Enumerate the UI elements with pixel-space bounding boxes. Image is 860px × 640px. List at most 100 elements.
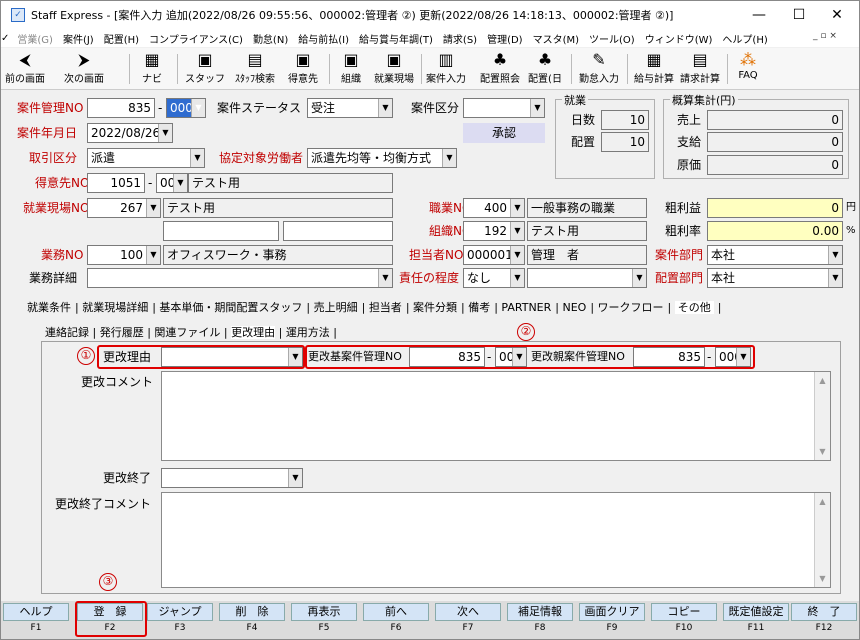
change-end-comment-textarea[interactable]: ▲ ▼ (161, 492, 831, 588)
scroll-down-icon[interactable]: ▼ (815, 574, 830, 583)
menu-window[interactable]: ウィンドウ(W) (645, 31, 713, 46)
chevron-down-icon[interactable]: ▼ (173, 174, 187, 192)
resp-select[interactable]: なし ▼ (463, 268, 525, 288)
menu-admin[interactable]: 管理(D) (487, 31, 523, 46)
chevron-down-icon[interactable]: ▼ (510, 269, 524, 287)
scroll-down-icon[interactable]: ▼ (815, 447, 830, 456)
menu-placement[interactable]: 配置(H) (104, 31, 139, 46)
menu-help[interactable]: ヘルプ(H) (722, 31, 767, 46)
exit-button[interactable]: 終 了 F12 (789, 601, 859, 639)
menu-compliance[interactable]: コンプライアンス(C) (149, 31, 243, 46)
task-detail-select[interactable]: ▼ (87, 268, 393, 288)
tab-work-conditions[interactable]: 就業条件 (27, 301, 71, 314)
tab-workflow[interactable]: ワークフロー (598, 301, 664, 314)
site-no-field[interactable]: 267 ▼ (87, 198, 161, 218)
chevron-down-icon[interactable]: ▼ (146, 199, 160, 217)
placement-day-button[interactable]: ♣ 配置(日 (525, 50, 565, 88)
chevron-down-icon[interactable]: ▼ (828, 246, 842, 264)
menu-payroll[interactable]: 給与賞与年調(T) (359, 31, 433, 46)
attendance-button[interactable]: ✎ 勤怠入力 (575, 50, 623, 88)
agreement-select[interactable]: 派遣先均等・均衡方式 ▼ (307, 148, 457, 168)
person-no-field[interactable]: 000001 ▼ (463, 245, 525, 265)
tab-change-reason[interactable]: 更改理由 (231, 326, 276, 339)
menu-billing[interactable]: 請求(S) (443, 31, 477, 46)
chevron-down-icon[interactable]: ▼ (190, 149, 204, 167)
tab-operation[interactable]: 運用方法 (286, 326, 330, 339)
case-type-select[interactable]: ▼ (463, 98, 545, 118)
menu-master[interactable]: マスタ(M) (533, 31, 579, 46)
chevron-down-icon[interactable]: ▼ (510, 246, 524, 264)
chevron-down-icon[interactable]: ▼ (530, 99, 544, 117)
delete-button[interactable]: 削 除 F4 (217, 601, 287, 639)
approve-button[interactable]: 承認 (463, 123, 545, 143)
tab-case-class[interactable]: 案件分類 (413, 301, 457, 314)
chevron-down-icon[interactable]: ▼ (378, 99, 392, 117)
task-no-field[interactable]: 100 ▼ (87, 245, 161, 265)
tab-issue-history[interactable]: 発行履歴 (100, 326, 144, 339)
chevron-down-icon[interactable]: ▼ (632, 269, 646, 287)
case-branch-select[interactable]: 000 ▼ (166, 98, 206, 118)
back-button[interactable]: ⮜ 前の画面 (3, 50, 47, 88)
scroll-up-icon[interactable]: ▲ (815, 497, 830, 506)
chevron-down-icon[interactable]: ▼ (510, 199, 524, 217)
tab-person[interactable]: 担当者 (369, 301, 402, 314)
worksite-button[interactable]: ▣ 就業現場 (371, 50, 417, 88)
supplement-button[interactable]: 補足情報 F8 (505, 601, 575, 639)
tab-notes[interactable]: 備考 (468, 301, 490, 314)
minimize-button[interactable]: — (739, 1, 779, 29)
org-no-field[interactable]: 192 ▼ (463, 221, 525, 241)
menu-tools[interactable]: ツール(O) (589, 31, 635, 46)
case-no-field[interactable]: 835 (87, 98, 155, 118)
menu-advance[interactable]: 給与前払(I) (298, 31, 349, 46)
chevron-down-icon[interactable]: ▼ (442, 149, 456, 167)
tab-neo[interactable]: NEO (562, 301, 586, 314)
client-button[interactable]: ▣ 得意先 (281, 50, 325, 88)
case-status-select[interactable]: 受注 ▼ (307, 98, 393, 118)
forward-button[interactable]: ⮞ 次の画面 (59, 50, 109, 88)
navi-button[interactable]: ▦ ナビ (135, 50, 169, 88)
help-button[interactable]: ヘルプ F1 (1, 601, 71, 639)
tab-rates-period[interactable]: 基本単価・期間配置スタッフ (159, 301, 302, 314)
chevron-down-icon[interactable]: ▼ (828, 269, 842, 287)
mdi-controls[interactable]: _ ▫ × (813, 31, 837, 41)
scrollbar[interactable]: ▲ ▼ (814, 372, 830, 460)
tab-partner[interactable]: PARTNER (501, 301, 551, 314)
chevron-down-icon[interactable]: ▼ (191, 99, 205, 117)
prev-button[interactable]: 前へ F6 (361, 601, 431, 639)
close-button[interactable]: ✕ (817, 1, 857, 29)
scrollbar[interactable]: ▲ ▼ (814, 493, 830, 587)
menu-attendance[interactable]: 勤怠(N) (253, 31, 288, 46)
next-button[interactable]: 次へ F7 (433, 601, 503, 639)
tab-site-detail[interactable]: 就業現場詳細 (82, 301, 148, 314)
case-date-field[interactable]: 2022/08/26 ▼ (87, 123, 173, 143)
tab-related-files[interactable]: 関連ファイル (154, 326, 220, 339)
payroll-button[interactable]: ▦ 給与計算 (631, 50, 677, 88)
org-button[interactable]: ▣ 組織 (333, 50, 369, 88)
faq-button[interactable]: ⁂ FAQ (731, 50, 765, 88)
billing-button[interactable]: ▤ 請求計算 (677, 50, 723, 88)
resp-select-2[interactable]: ▼ (527, 268, 647, 288)
staff-search-button[interactable]: ▤ ｽﾀｯﾌ検索 (231, 50, 279, 88)
default-settings-button[interactable]: 既定値設定 F11 (721, 601, 791, 639)
tab-other[interactable]: その他 (674, 301, 714, 314)
chevron-down-icon[interactable]: ▼ (288, 469, 302, 487)
tab-sales-detail[interactable]: 売上明細 (314, 301, 358, 314)
menu-sales[interactable]: 営業(G) (17, 31, 53, 46)
chevron-down-icon[interactable]: ▼ (158, 124, 172, 142)
placement-query-button[interactable]: ♣ 配置照会 (477, 50, 523, 88)
case-entry-button[interactable]: ▥ 案件入力 (423, 50, 469, 88)
client-branch-select[interactable]: 000 ▼ (156, 173, 188, 193)
client-no-field[interactable]: 1051 (87, 173, 145, 193)
trade-select[interactable]: 派遣 ▼ (87, 148, 205, 168)
clear-button[interactable]: 画面クリア F9 (577, 601, 647, 639)
site-extra-field-1[interactable] (163, 221, 279, 241)
change-comment-textarea[interactable]: ▲ ▼ (161, 371, 831, 461)
chevron-down-icon[interactable]: ▼ (510, 222, 524, 240)
job-no-field[interactable]: 400 ▼ (463, 198, 525, 218)
chevron-down-icon[interactable]: ▼ (146, 246, 160, 264)
site-extra-field-2[interactable] (283, 221, 393, 241)
scroll-up-icon[interactable]: ▲ (815, 376, 830, 385)
chevron-down-icon[interactable]: ▼ (378, 269, 392, 287)
case-dept-select[interactable]: 本社 ▼ (707, 245, 843, 265)
refresh-button[interactable]: 再表示 F5 (289, 601, 359, 639)
